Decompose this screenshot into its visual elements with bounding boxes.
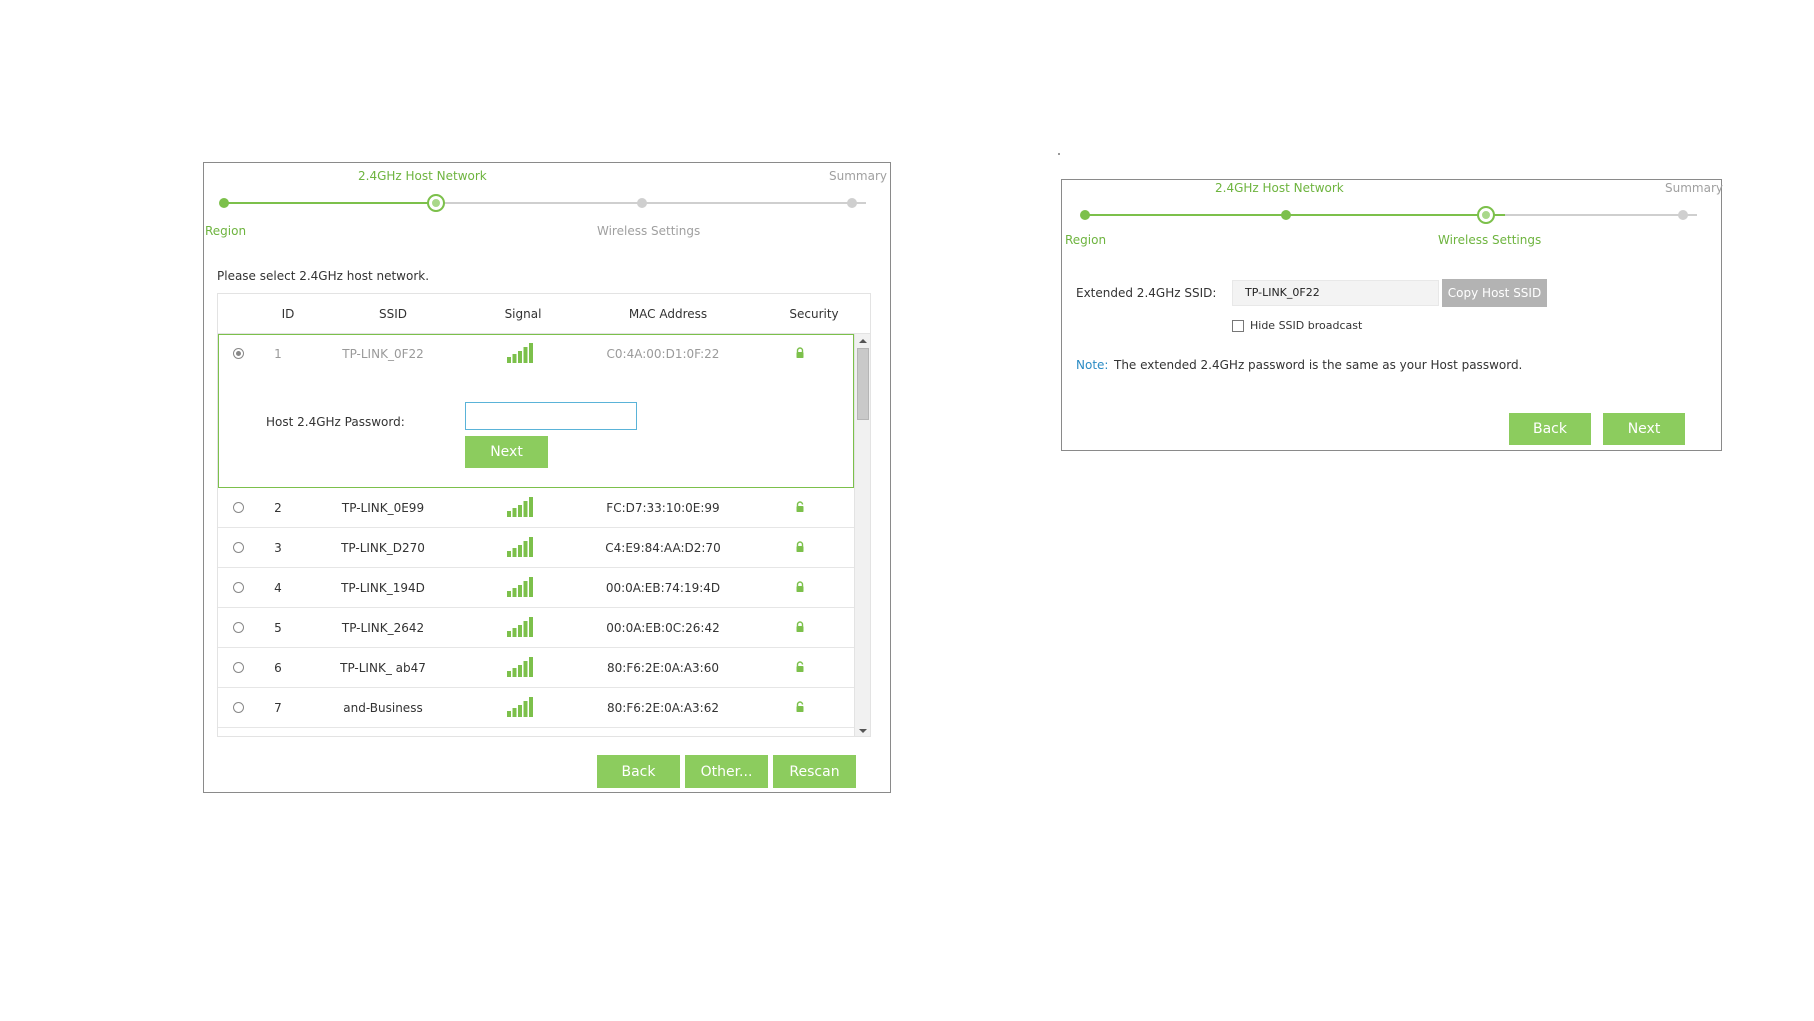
- table-body: Host 2.4GHz Password: Next 1 TP-LINK_0F22…: [218, 334, 854, 736]
- table-row[interactable]: 4 TP-LINK_194D 00:0A:EB:74:19:4D: [218, 568, 854, 608]
- network-id: 7: [274, 701, 282, 715]
- network-radio[interactable]: [233, 702, 244, 713]
- network-mac: 00:0A:EB:0C:26:42: [606, 621, 720, 635]
- network-ssid: TP-LINK_D270: [341, 541, 425, 555]
- host-network-panel: 2.4GHz Host Network Summary Region Wirel…: [203, 162, 891, 793]
- table-scrollbar[interactable]: [854, 334, 870, 736]
- network-table: ID SSID Signal MAC Address Security Host…: [217, 293, 871, 737]
- network-radio[interactable]: [233, 582, 244, 593]
- host-password-label: Host 2.4GHz Password:: [266, 415, 405, 429]
- next-button[interactable]: Next: [1603, 413, 1685, 445]
- network-id: 4: [274, 581, 282, 595]
- password-next-button[interactable]: Next: [465, 436, 548, 468]
- step-dot-wireless-settings: [1477, 206, 1495, 224]
- lock-open-icon: [794, 661, 806, 673]
- back-button[interactable]: Back: [1509, 413, 1591, 445]
- network-id: 3: [274, 541, 282, 555]
- signal-bars-icon: [507, 657, 534, 677]
- step-dot-summary: [1678, 210, 1688, 220]
- network-id: 5: [274, 621, 282, 635]
- lock-open-icon: [794, 501, 806, 513]
- signal-bars-icon: [507, 537, 534, 557]
- note-text: The extended 2.4GHz password is the same…: [1114, 358, 1523, 372]
- step-wireless-settings: Wireless Settings: [1438, 233, 1542, 247]
- stray-dot: [1058, 153, 1060, 155]
- step-summary: Summary: [829, 169, 887, 183]
- progress-track-done: [224, 202, 436, 204]
- copy-host-ssid-button[interactable]: Copy Host SSID: [1442, 279, 1547, 307]
- table-row[interactable]: 2 TP-LINK_0E99 FC:D7:33:10:0E:99: [218, 488, 854, 528]
- signal-bars-icon: [507, 617, 534, 637]
- col-header-mac: MAC Address: [628, 307, 708, 321]
- signal-bars-icon: [507, 343, 534, 363]
- scroll-thumb[interactable]: [857, 348, 869, 420]
- step-dot-host-network: [427, 194, 445, 212]
- back-button[interactable]: Back: [597, 755, 680, 788]
- network-id: 6: [274, 661, 282, 675]
- table-row[interactable]: 6 TP-LINK_ ab47 80:F6:2E:0A:A3:60: [218, 648, 854, 688]
- network-ssid: TP-LINK_ ab47: [340, 661, 426, 675]
- lock-closed-icon: [794, 621, 806, 633]
- network-ssid: TP-LINK_194D: [341, 581, 425, 595]
- select-network-prompt: Please select 2.4GHz host network.: [217, 269, 430, 283]
- col-header-security: Security: [789, 307, 839, 321]
- table-row[interactable]: 7 and-Business 80:F6:2E:0A:A3:62: [218, 688, 854, 728]
- signal-bars-icon: [507, 577, 534, 597]
- step-region: Region: [1065, 233, 1107, 247]
- lock-open-icon: [794, 701, 806, 713]
- signal-bars-icon: [507, 697, 534, 717]
- scroll-up-arrow-icon[interactable]: [859, 339, 867, 343]
- col-header-signal: Signal: [504, 307, 542, 321]
- note-label: Note:: [1076, 358, 1109, 372]
- host-password-input[interactable]: [465, 402, 637, 430]
- network-mac: 00:0A:EB:74:19:4D: [605, 581, 721, 595]
- network-mac: FC:D7:33:10:0E:99: [606, 501, 720, 515]
- network-id: 1: [274, 347, 282, 361]
- lock-closed-icon: [794, 541, 806, 553]
- step-dot-host-network: [1281, 210, 1291, 220]
- wireless-settings-panel: 2.4GHz Host Network Summary Region Wirel…: [1061, 179, 1723, 451]
- network-id: 2: [274, 501, 282, 515]
- signal-bars-icon: [507, 497, 534, 517]
- table-row[interactable]: 5 TP-LINK_2642 00:0A:EB:0C:26:42: [218, 608, 854, 648]
- network-mac: C4:E9:84:AA:D2:70: [605, 541, 721, 555]
- table-row[interactable]: 3 TP-LINK_D270 C4:E9:84:AA:D2:70: [218, 528, 854, 568]
- network-ssid: TP-LINK_2642: [341, 621, 425, 635]
- network-radio[interactable]: [233, 348, 244, 359]
- network-ssid: and-Business: [343, 701, 423, 715]
- step-title-host-network: 2.4GHz Host Network: [358, 169, 487, 183]
- other-button[interactable]: Other...: [685, 755, 768, 788]
- network-ssid: TP-LINK_0E99: [341, 501, 425, 515]
- col-header-id: ID: [281, 307, 295, 321]
- network-radio[interactable]: [233, 662, 244, 673]
- step-wireless-settings: Wireless Settings: [597, 224, 701, 238]
- table-row[interactable]: 1 TP-LINK_0F22 C0:4A:00:D1:0F:22: [218, 334, 854, 374]
- hide-ssid-label: Hide SSID broadcast: [1250, 319, 1363, 332]
- extended-ssid-input[interactable]: TP-LINK_0F22: [1232, 280, 1439, 306]
- rescan-button[interactable]: Rescan: [773, 755, 856, 788]
- step-summary: Summary: [1665, 181, 1723, 195]
- network-mac: C0:4A:00:D1:0F:22: [606, 347, 720, 361]
- network-radio[interactable]: [233, 502, 244, 513]
- step-region: Region: [205, 224, 247, 238]
- progress-track-done: [1085, 214, 1505, 216]
- network-radio[interactable]: [233, 622, 244, 633]
- step-dot-region: [1080, 210, 1090, 220]
- step-dot-wireless-settings: [637, 198, 647, 208]
- step-dot-region: [219, 198, 229, 208]
- scroll-down-arrow-icon[interactable]: [859, 729, 867, 733]
- network-mac: 80:F6:2E:0A:A3:62: [607, 701, 719, 715]
- hide-ssid-checkbox[interactable]: [1232, 320, 1244, 332]
- network-ssid: TP-LINK_0F22: [342, 347, 424, 361]
- step-dot-summary: [847, 198, 857, 208]
- col-header-ssid: SSID: [378, 307, 407, 321]
- lock-closed-icon: [794, 581, 806, 593]
- network-radio[interactable]: [233, 542, 244, 553]
- lock-closed-icon: [794, 347, 806, 359]
- extended-ssid-label: Extended 2.4GHz SSID:: [1076, 286, 1217, 300]
- network-mac: 80:F6:2E:0A:A3:60: [607, 661, 719, 675]
- step-title-host-network: 2.4GHz Host Network: [1215, 181, 1344, 195]
- table-header: ID SSID Signal MAC Address Security: [218, 294, 870, 334]
